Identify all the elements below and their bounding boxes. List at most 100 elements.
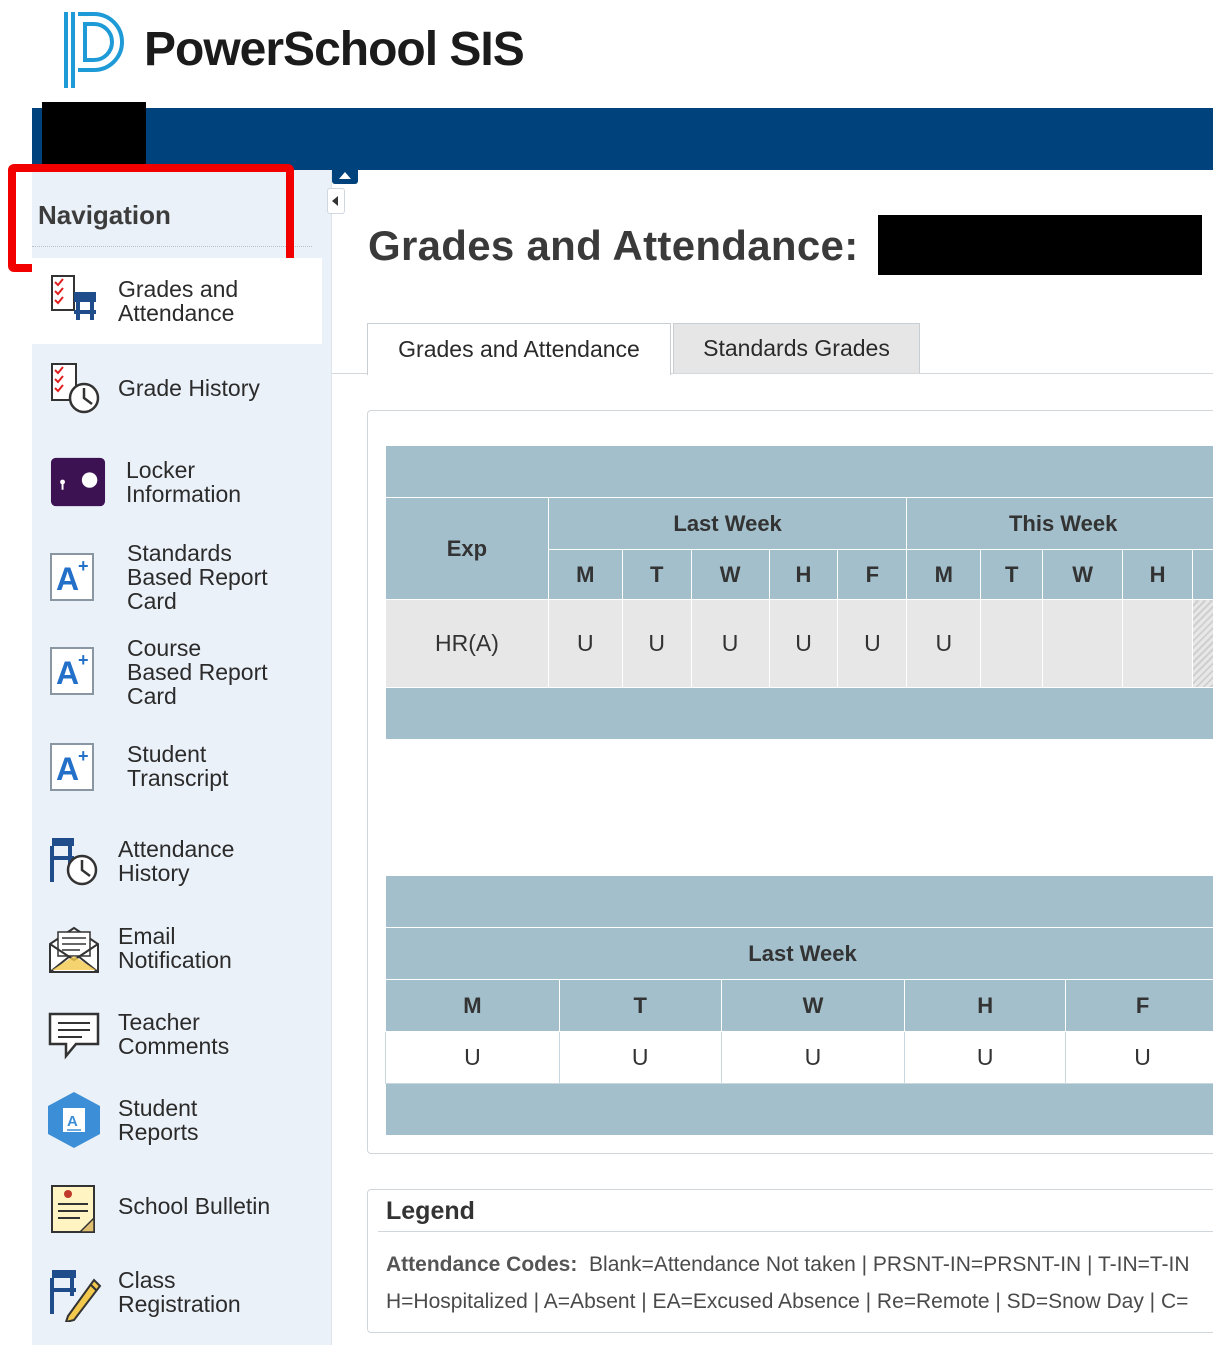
sidebar-item-standards-based-report-card[interactable]: A + Standards Based Report Card <box>32 536 322 620</box>
tab-standards-grades[interactable]: Standards Grades <box>673 323 920 373</box>
page-title: Grades and Attendance: <box>368 222 859 269</box>
attendance-table-summary: Last Week M T W H F U U U U U <box>385 875 1213 1136</box>
attendance-cell[interactable] <box>1122 599 1193 688</box>
attendance-history-icon <box>46 834 102 890</box>
grade-history-icon <box>46 360 102 416</box>
attendance-cell[interactable]: U <box>720 1031 906 1084</box>
sidebar-item-student-transcript[interactable]: A + Student Transcript <box>32 728 322 808</box>
redacted-student-name <box>878 215 1202 275</box>
day-header: M <box>906 549 982 600</box>
locker-icon <box>50 454 106 510</box>
powerschool-logo-icon <box>60 10 128 92</box>
legend-line-1: Attendance Codes: Blank=Attendance Not t… <box>386 1253 1190 1277</box>
highlight-annotation <box>8 164 294 272</box>
sidebar-item-label: Student Reports <box>118 1095 199 1145</box>
day-header: F <box>837 549 908 600</box>
column-header-exp: Exp <box>385 497 549 600</box>
comments-icon <box>46 1006 102 1062</box>
app-brand: PowerSchool SIS <box>144 23 525 76</box>
legend-codes-text: Blank=Attendance Not taken | PRSNT-IN=PR… <box>589 1253 1190 1276</box>
attendance-cell[interactable]: U <box>690 599 770 688</box>
day-header <box>1191 549 1213 600</box>
sidebar-item-teacher-comments[interactable]: Teacher Comments <box>32 996 322 1076</box>
attendance-cell[interactable] <box>1042 599 1124 688</box>
sidebar-item-school-bulletin[interactable]: School Bulletin <box>32 1172 322 1248</box>
column-header-last-week: Last Week <box>385 927 1213 980</box>
sidebar-item-label: Class Registration <box>118 1267 241 1317</box>
day-header: H <box>1122 549 1193 600</box>
table-top-band <box>385 445 1213 498</box>
collapse-header-button[interactable] <box>332 166 358 184</box>
svg-text:+: + <box>78 650 89 670</box>
attendance-cell[interactable]: U <box>904 1031 1067 1084</box>
sidebar-item-student-reports[interactable]: A Student Reports <box>32 1082 322 1162</box>
attendance-cell[interactable]: U <box>558 1031 722 1084</box>
sidebar-item-label: Student Transcript <box>127 741 229 791</box>
day-header: W <box>690 549 770 600</box>
attendance-codes-label: Attendance Codes: <box>386 1253 578 1276</box>
attendance-cell[interactable] <box>980 599 1044 688</box>
transcript-icon: A + <box>44 740 100 796</box>
sidebar-item-grades-and-attendance[interactable]: Grades and Attendance <box>32 258 322 344</box>
redacted-block <box>42 102 146 164</box>
attendance-cell[interactable]: U <box>837 599 908 688</box>
sidebar-item-attendance-history[interactable]: Attendance History <box>32 824 322 904</box>
grades-attendance-icon <box>46 272 102 328</box>
svg-text:A: A <box>56 655 79 691</box>
table-row: U U U U U <box>385 1031 1213 1084</box>
report-card-icon: A + <box>44 550 100 606</box>
sidebar-item-label: Grade History <box>118 375 260 401</box>
day-header: T <box>980 549 1044 600</box>
exp-cell[interactable]: HR(A) <box>385 599 549 688</box>
sidebar-item-label: Attendance History <box>118 836 235 886</box>
day-header: W <box>720 979 906 1032</box>
svg-text:+: + <box>78 746 89 766</box>
day-header: T <box>621 549 692 600</box>
tab-grades-and-attendance[interactable]: Grades and Attendance <box>367 323 671 375</box>
sidebar-item-label: Teacher Comments <box>118 1009 230 1059</box>
sidebar-item-label: Grades and Attendance <box>118 276 239 326</box>
class-registration-icon <box>46 1266 102 1322</box>
day-header: F <box>1065 979 1213 1032</box>
table-row: HR(A) U U U U U U <box>385 599 1213 688</box>
attendance-cell-future <box>1191 599 1213 688</box>
legend-line-2: H=Hospitalized | A=Absent | EA=Excused A… <box>386 1290 1189 1313</box>
table-top-band <box>385 875 1213 928</box>
svg-text:+: + <box>78 556 89 576</box>
svg-text:A: A <box>56 561 79 597</box>
email-icon <box>46 920 102 976</box>
attendance-cell[interactable]: U <box>768 599 839 688</box>
collapse-sidebar-button[interactable] <box>327 188 345 214</box>
day-header: M <box>547 549 623 600</box>
sidebar-item-locker-information[interactable]: Locker Information <box>32 440 322 524</box>
attendance-cell[interactable]: U <box>621 599 692 688</box>
attendance-cell[interactable]: U <box>906 599 982 688</box>
sidebar-item-label: Locker Information <box>126 457 242 507</box>
top-navigation-bar <box>32 108 1213 170</box>
sidebar-item-label: Course Based Report Card <box>127 635 268 709</box>
column-header-last-week: Last Week <box>547 497 908 550</box>
day-header: T <box>558 979 722 1032</box>
sidebar-item-email-notification[interactable]: Email Notification <box>32 910 322 990</box>
table-bottom-band <box>385 687 1213 740</box>
attendance-cell[interactable]: U <box>1065 1031 1213 1084</box>
legend-title: Legend <box>386 1197 475 1225</box>
day-header: W <box>1042 549 1124 600</box>
attendance-table-weekly: Exp Last Week This Week M T W H F M T W … <box>385 445 1213 740</box>
svg-text:A: A <box>67 1113 78 1130</box>
sidebar-item-class-registration[interactable]: Class Registration <box>32 1256 322 1336</box>
student-reports-icon: A <box>46 1092 102 1148</box>
bulletin-icon <box>46 1182 102 1238</box>
sidebar-item-label: School Bulletin <box>118 1193 271 1219</box>
sidebar-item-label: Email Notification <box>118 923 232 973</box>
attendance-cell[interactable]: U <box>547 599 623 688</box>
sidebar-item-grade-history[interactable]: Grade History <box>32 350 322 426</box>
sidebar-item-course-based-report-card[interactable]: A + Course Based Report Card <box>32 630 322 714</box>
svg-text:A: A <box>56 751 79 787</box>
table-bottom-band <box>385 1083 1213 1136</box>
day-header: H <box>768 549 839 600</box>
day-header: H <box>904 979 1067 1032</box>
legend-divider <box>378 1231 1213 1232</box>
attendance-cell[interactable]: U <box>385 1031 560 1084</box>
report-card-icon: A + <box>44 644 100 700</box>
